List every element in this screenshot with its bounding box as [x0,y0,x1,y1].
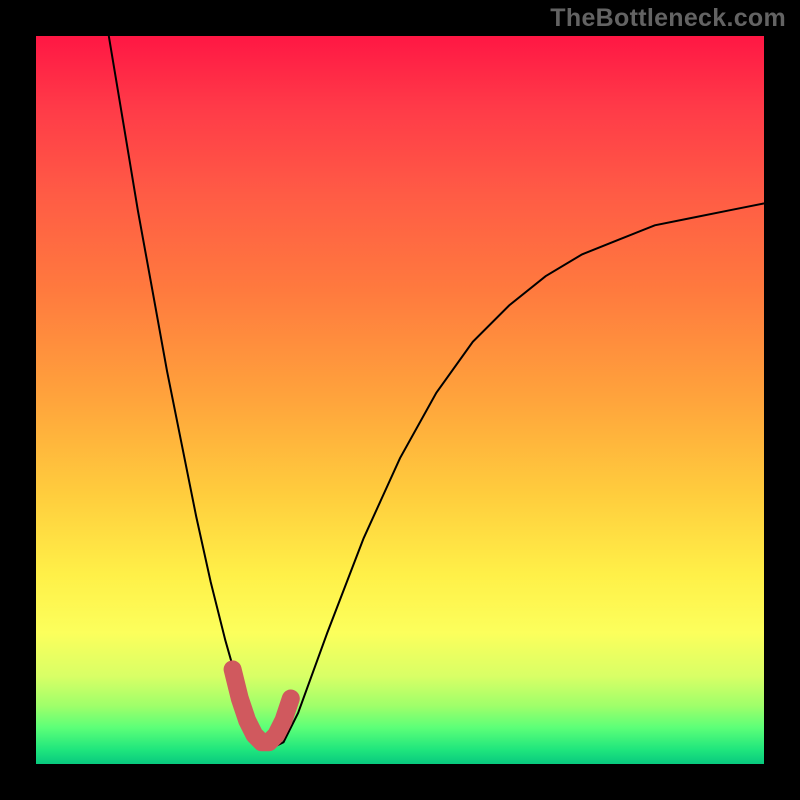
plot-area [36,36,764,764]
black-curve [109,36,764,749]
curve-layer [36,36,764,764]
watermark-text: TheBottleneck.com [550,4,786,33]
red-thick-segment [233,669,291,742]
chart-frame: TheBottleneck.com [0,0,800,800]
